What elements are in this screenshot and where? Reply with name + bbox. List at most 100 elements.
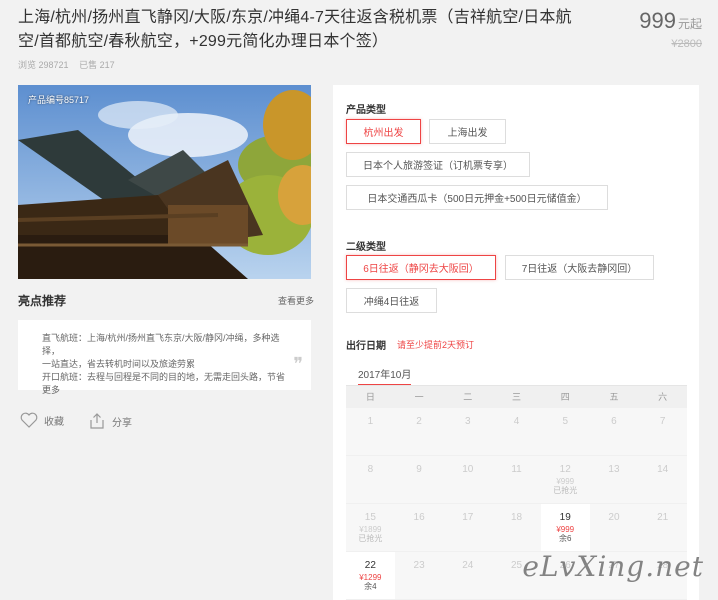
weekday-label: 四	[560, 392, 570, 402]
hero-image: 产品编号85717	[18, 85, 311, 279]
option-6day-round-trip[interactable]: 6日往返（静冈去大阪回）	[346, 255, 496, 280]
views-count: 浏览 298721	[18, 60, 69, 70]
share-icon	[90, 413, 104, 429]
calendar-day-cell: 14	[638, 456, 688, 503]
day-number: 22	[364, 560, 376, 571]
day-number: 4	[513, 416, 520, 427]
price-box: 999 元起 ¥2800	[639, 8, 702, 50]
calendar-day-cell[interactable]: 22 ¥1299 余4	[346, 552, 395, 599]
highlight-line: 开口航班：去程与回程是不同的目的地，无需走回头路，节省更多	[42, 372, 286, 395]
booking-hint: 请至少提前2天预订	[397, 340, 475, 350]
calendar-week-row: 15 ¥1899 已抢光 16 17 18 19 ¥999 余6 20 21	[346, 504, 688, 552]
day-number: 24	[462, 560, 474, 571]
highlight-line: 一站直达，省去转机时间以及旅途劳累	[42, 359, 196, 369]
calendar-day-cell: 12 ¥999 已抢光	[540, 456, 590, 503]
day-number: 23	[413, 560, 425, 571]
weekday-label: 三	[512, 392, 522, 402]
highlights-more-link[interactable]: 查看更多	[278, 294, 314, 307]
product-type-label: 产品类型	[346, 105, 386, 116]
day-number: 2	[416, 416, 422, 427]
calendar-day-cell: 16	[394, 504, 444, 551]
calendar-day-cell: 4	[492, 408, 541, 455]
quote-icon: ❞	[293, 354, 303, 374]
calendar-day-cell: 3	[443, 408, 493, 455]
calendar-week-row: 1 2 3 4 5 6 7	[346, 408, 688, 456]
day-price: ¥1299	[359, 573, 382, 582]
calendar-day-cell: 18	[492, 504, 541, 551]
calendar-day-cell: 2	[394, 408, 444, 455]
sold-count: 已售 217	[79, 60, 115, 70]
weekday-label: 五	[609, 392, 619, 402]
calendar-day-cell: 5	[540, 408, 590, 455]
calendar-day-cell: 17	[443, 504, 493, 551]
day-price: ¥1899	[359, 525, 382, 534]
day-number: 1	[367, 416, 374, 427]
calendar-day-cell: 7	[638, 408, 688, 455]
calendar-day-cell[interactable]: 19 ¥999 余6	[540, 504, 590, 551]
price-unit: 元起	[677, 17, 702, 31]
day-number: 8	[367, 464, 374, 475]
option-hangzhou-departure[interactable]: 杭州出发	[346, 119, 421, 144]
weekday-label: 二	[463, 392, 473, 402]
calendar-day-cell: 15 ¥1899 已抢光	[346, 504, 395, 551]
calendar-day-cell: 10	[443, 456, 493, 503]
month-tab[interactable]: 2017年10月	[358, 366, 412, 386]
calendar-weekday-header: 日 一 二 三 四 五 六	[346, 386, 687, 408]
weekday-label: 六	[658, 392, 668, 402]
day-number: 18	[510, 512, 523, 523]
day-stock: 余4	[364, 582, 377, 591]
calendar-day-cell: 8	[346, 456, 395, 503]
option-suica-card[interactable]: 日本交通西瓜卡（500日元押金+500日元储值金）	[346, 185, 608, 210]
share-label: 分享	[112, 417, 132, 429]
favorite-label: 收藏	[44, 416, 64, 428]
watermark: eLvXing.net	[522, 550, 704, 583]
day-number: 13	[608, 464, 620, 475]
calendar-day-cell: 13	[589, 456, 639, 503]
calendar-day-cell: 24	[443, 552, 493, 599]
day-number: 11	[511, 464, 522, 475]
heart-icon	[20, 412, 38, 428]
option-okinawa-4day[interactable]: 冲绳4日往返	[346, 288, 437, 313]
departure-date-label: 出行日期	[346, 341, 386, 352]
day-stock: 已抢光	[553, 486, 578, 495]
highlights-box: 直飞航班：上海/杭州/扬州直飞东京/大阪/静冈/冲绳，多种选择， 一站直达，省去…	[18, 320, 311, 395]
day-price: ¥999	[556, 525, 575, 534]
day-number: 21	[657, 512, 669, 523]
product-id: 产品编号85717	[28, 95, 90, 105]
day-stock: 余6	[559, 534, 572, 543]
day-number: 7	[659, 416, 666, 427]
option-shanghai-departure[interactable]: 上海出发	[429, 119, 506, 144]
calendar-week-row: 8 9 10 11 12 ¥999 已抢光 13 14	[346, 456, 688, 504]
day-number: 16	[413, 512, 425, 523]
favorite-button[interactable]: 收藏	[20, 412, 64, 428]
calendar-day-cell: 11	[492, 456, 541, 503]
calendar-day-cell: 6	[589, 408, 639, 455]
calendar-day-cell: 21	[638, 504, 688, 551]
temple-roof-illustration	[18, 85, 311, 279]
day-number: 17	[462, 512, 474, 523]
calendar-day-cell: 23	[394, 552, 444, 599]
secondary-type-label: 二级类型	[346, 242, 386, 253]
original-price: ¥2800	[671, 38, 702, 50]
calendar-day-cell: 1	[346, 408, 395, 455]
day-price: ¥999	[556, 477, 575, 486]
share-button[interactable]: 分享	[88, 412, 132, 430]
day-number: 10	[462, 464, 474, 475]
day-number: 12	[559, 464, 571, 475]
day-number: 15	[364, 512, 376, 523]
weekday-label: 一	[414, 392, 424, 402]
day-number: 20	[608, 512, 620, 523]
day-stock: 已抢光	[358, 534, 383, 543]
day-number: 6	[611, 416, 617, 427]
day-number: 5	[562, 416, 569, 427]
day-number: 25	[510, 560, 523, 571]
highlights-title: 亮点推荐	[18, 294, 67, 308]
option-7day-round-trip[interactable]: 7日往返（大阪去静冈回）	[505, 255, 654, 280]
calendar-day-cell: 20	[589, 504, 639, 551]
highlight-line: 直飞航班：上海/杭州/扬州直飞东京/大阪/静冈/冲绳，多种选择，	[42, 333, 280, 356]
price-amount: 999	[639, 8, 676, 33]
booking-panel: 产品类型 杭州出发 上海出发 日本个人旅游签证（订机票专享） 日本交通西瓜卡（5…	[333, 85, 699, 600]
day-number: 14	[657, 464, 669, 475]
option-japan-visa[interactable]: 日本个人旅游签证（订机票专享）	[346, 152, 530, 177]
product-title: 上海/杭州/扬州直飞静冈/大阪/东京/冲绳4-7天往返含税机票（吉祥航空/日本航…	[18, 9, 572, 50]
